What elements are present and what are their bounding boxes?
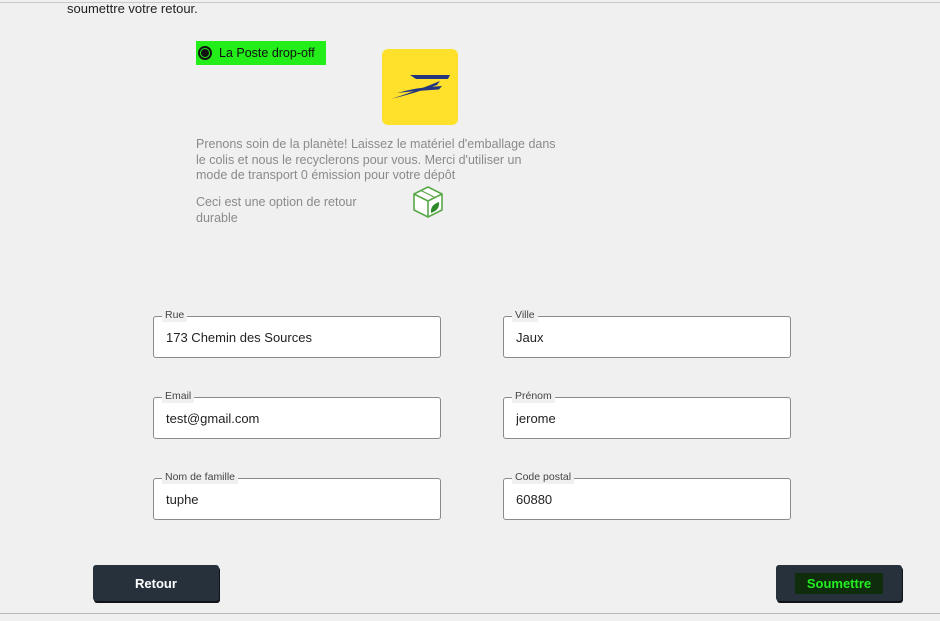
submit-button-label: Soumettre	[794, 572, 884, 594]
back-button[interactable]: Retour	[93, 565, 219, 601]
postal-code-field-group: Code postal	[503, 471, 791, 520]
last-name-field-group: Nom de famille	[153, 471, 441, 520]
last-name-label: Nom de famille	[162, 471, 239, 484]
radio-button[interactable]	[198, 46, 212, 60]
email-input[interactable]	[166, 409, 426, 427]
la-poste-dropoff-label: La Poste drop-off	[219, 46, 315, 60]
postal-code-input[interactable]	[516, 490, 776, 508]
submit-button[interactable]: Soumettre	[776, 565, 902, 601]
last-name-input[interactable]	[166, 490, 426, 508]
intro-text: soumettre votre retour.	[67, 1, 198, 16]
eco-box-icon	[413, 186, 443, 218]
postal-code-label: Code postal	[512, 471, 575, 484]
city-input[interactable]	[516, 328, 776, 346]
la-poste-bird-icon	[391, 75, 450, 99]
first-name-input[interactable]	[516, 409, 776, 427]
sustainable-option-note: Ceci est une option de retour durable	[196, 195, 357, 225]
email-field-group: Email	[153, 390, 441, 439]
la-poste-dropoff-option[interactable]: La Poste drop-off	[196, 41, 326, 65]
bottom-divider	[0, 613, 940, 614]
first-name-label: Prénom	[512, 390, 555, 403]
radio-selected-dot	[201, 49, 209, 57]
eco-description: Prenons soin de la planète! Laissez le m…	[196, 137, 556, 183]
first-name-field-group: Prénom	[503, 390, 791, 439]
email-label: Email	[162, 390, 195, 403]
city-label: Ville	[512, 309, 538, 322]
street-input[interactable]	[166, 328, 426, 346]
city-field-group: Ville	[503, 309, 791, 358]
street-label: Rue	[162, 309, 188, 322]
street-field-group: Rue	[153, 309, 441, 358]
la-poste-logo	[382, 49, 458, 125]
